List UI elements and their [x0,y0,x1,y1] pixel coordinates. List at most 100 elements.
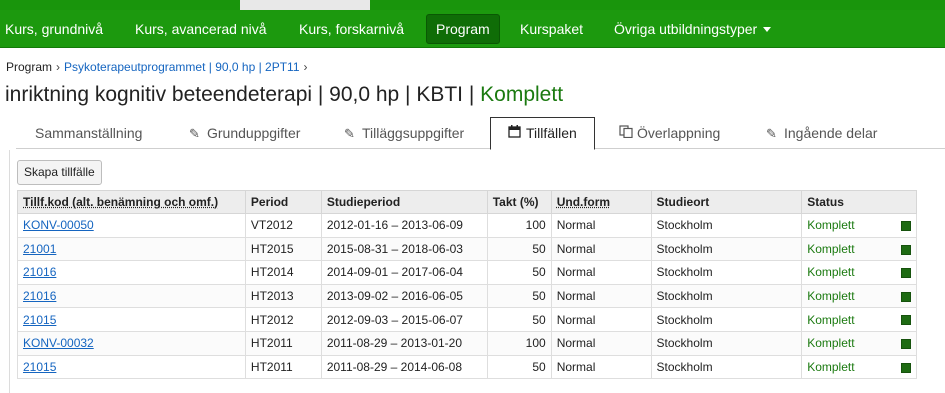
tab-sammanstallning[interactable]: Sammanställning [35,118,142,149]
table-row[interactable]: 21015 HT2012 2012-09-03 – 2015-06-07 50 Norm… [17,307,917,332]
cell-code[interactable]: KONV-00050 [17,213,246,238]
cell-studieperiod: 2011-08-29 – 2014-06-08 [320,354,488,380]
chevron-right-icon: › [56,60,61,74]
cell-code[interactable]: KONV-00032 [17,330,246,356]
tab-label: Tillfällen [526,125,577,141]
caret-down-icon [763,26,772,32]
tab-label: Tilläggsuppgifter [362,125,465,141]
cell-takt: 100 [486,330,552,356]
cell-status: Komplett [801,213,917,238]
page-title: inriktning kognitiv beteendeterapi | 90,… [5,83,563,107]
tillfalle-code-link[interactable]: 21001 [23,242,56,256]
cell-code[interactable]: 21015 [17,307,246,332]
cell-period: HT2012 [244,307,322,332]
tillfalle-code-link[interactable]: 21016 [23,265,56,279]
table-row[interactable]: KONV-00050 VT2012 2012-01-16 – 2013-06-09 1… [17,213,917,238]
table-row[interactable]: 21016 HT2013 2013-09-02 – 2016-06-05 50 Norm… [17,283,917,309]
tab-tillaggsuppgifter[interactable]: ✎ Tilläggsuppgifter [344,118,464,149]
cell-undform: Normal [550,307,652,332]
cell-studieort: Stockholm [650,260,803,285]
tab-ingaende-delar[interactable]: ✎ Ingående delar [766,118,877,149]
nav-item-kurs-avancerad[interactable]: Kurs, avancerad nivå [135,10,267,48]
cell-studieort: Stockholm [650,283,803,309]
cell-status: Komplett [801,354,917,380]
tillfalle-code-link[interactable]: 21015 [23,360,56,374]
cell-studieort: Stockholm [650,236,803,262]
pencil-icon: ✎ [189,126,200,141]
breadcrumb: Program › Psykoterapeutprogrammet | 90,0 h… [6,60,312,74]
table-row[interactable]: KONV-00032 HT2011 2011-08-29 – 2013-01-20 1… [17,330,917,356]
create-tillfalle-button[interactable]: Skapa tillfälle [17,160,102,185]
cell-code[interactable]: 21016 [17,260,246,285]
table-row[interactable]: 21015 HT2011 2011-08-29 – 2014-06-08 50 Norm… [17,354,917,380]
cell-studieort: Stockholm [650,213,803,238]
table-header-row: Tillf.kod (alt. benämning och omf.) Peri… [17,190,917,214]
cell-studieperiod: 2012-09-03 – 2015-06-07 [320,307,488,332]
table-row[interactable]: 21001 HT2015 2015-08-31 – 2018-06-03 50 Norm… [17,236,917,262]
tab-label: Överlappning [637,125,721,141]
tillfalle-code-link[interactable]: KONV-00032 [23,336,94,350]
tab-grunduppgifter[interactable]: ✎ Grunduppgifter [189,118,300,149]
cell-takt: 50 [486,260,552,285]
top-tab-active[interactable] [240,0,370,10]
column-header-code[interactable]: Tillf.kod (alt. benämning och omf.) [17,190,246,214]
nav-item-program[interactable]: Program [426,14,500,44]
cell-code[interactable]: 21016 [17,283,246,309]
column-header-takt[interactable]: Takt (%) [486,190,552,214]
status-text: Komplett [807,336,855,351]
cell-studieort: Stockholm [650,307,803,332]
cell-period: VT2012 [244,213,322,238]
cell-status: Komplett [801,330,917,356]
column-header-status[interactable]: Status [801,190,917,214]
cell-period: HT2015 [244,236,322,262]
nav-item-kurs-forskarniva[interactable]: Kurs, forskarnivå [299,10,404,48]
status-text: Komplett [807,312,855,327]
chevron-right-icon: › [303,60,308,74]
status-square-icon [901,291,911,302]
tab-overlappning[interactable]: Överlappning [619,118,720,149]
status-square-icon [901,362,911,373]
table-body: KONV-00050 VT2012 2012-01-16 – 2013-06-09 1… [17,213,917,380]
breadcrumb-root: Program [6,60,53,74]
status-square-icon [901,221,911,231]
column-header-studieort[interactable]: Studieort [650,190,803,214]
status-text: Komplett [807,359,855,374]
cell-takt: 50 [486,283,552,309]
calendar-icon [508,119,522,149]
tillfalle-code-link[interactable]: KONV-00050 [23,218,94,232]
breadcrumb-program-link[interactable]: Psykoterapeutprogrammet | 90,0 hp | 2PT1… [64,60,299,74]
nav-item-kurs-grundniva[interactable]: Kurs, grundnivå [5,10,103,48]
tab-label: Grunduppgifter [207,125,301,141]
cell-takt: 50 [486,354,552,380]
nav-item-ovriga-dropdown[interactable]: Övriga utbildningstyper [614,10,772,48]
cell-period: HT2013 [244,283,322,309]
column-header-studieperiod[interactable]: Studieperiod [320,190,488,214]
cell-studieperiod: 2011-08-29 – 2013-01-20 [320,330,488,356]
tillfallen-panel: Skapa tillfälle Tillf.kod (alt. benämnin… [9,150,945,393]
column-header-undform[interactable]: Und.form [550,190,652,214]
tab-bar: Sammanställning ✎ Grunduppgifter ✎ Tillägg… [16,117,945,150]
nav-item-kurspaket[interactable]: Kurspaket [520,10,583,48]
cell-status: Komplett [801,236,917,262]
tab-tillfallen[interactable]: Tillfällen [490,117,595,150]
cell-undform: Normal [550,213,652,238]
table-row[interactable]: 21016 HT2014 2014-09-01 – 2017-06-04 50 Norm… [17,260,917,285]
status-square-icon [901,268,911,279]
pencil-icon: ✎ [344,126,355,141]
tillfallen-table: Tillf.kod (alt. benämning och omf.) Peri… [17,190,917,380]
tillfalle-code-link[interactable]: 21016 [23,289,56,303]
pencil-icon: ✎ [766,126,777,141]
cell-code[interactable]: 21015 [17,354,246,380]
status-square-icon [901,338,911,349]
column-header-period[interactable]: Period [244,190,322,214]
cell-studieperiod: 2013-09-02 – 2016-06-05 [320,283,488,309]
main-navigation: Kurs, grundnivå Kurs, avancerad nivå Kur… [0,10,945,48]
status-text: Komplett [807,265,855,280]
tillfalle-code-link[interactable]: 21015 [23,313,56,327]
cell-studieort: Stockholm [650,330,803,356]
cell-code[interactable]: 21001 [17,236,246,262]
cell-undform: Normal [550,330,652,356]
status-text: Komplett [807,218,855,233]
cell-studieperiod: 2012-01-16 – 2013-06-09 [320,213,488,238]
cell-period: HT2011 [244,354,322,380]
